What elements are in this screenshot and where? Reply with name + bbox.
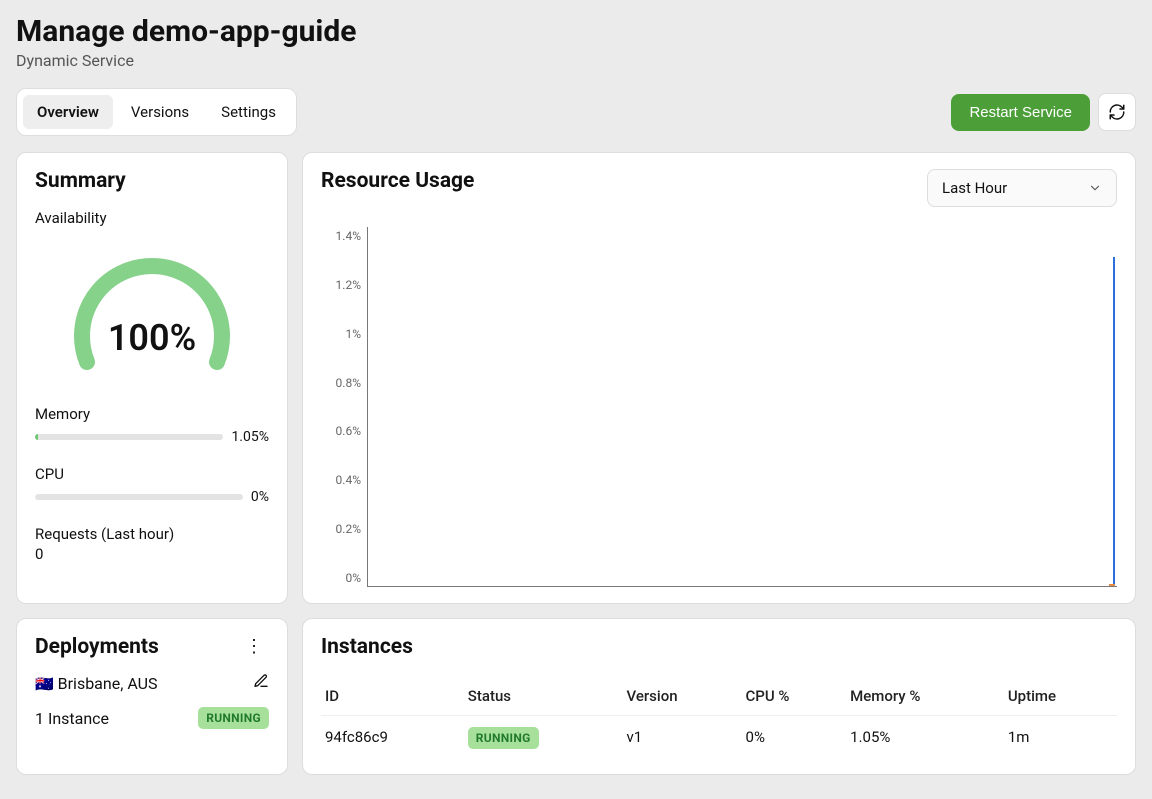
memory-bar (35, 434, 223, 440)
restart-service-button[interactable]: Restart Service (951, 94, 1090, 131)
cell: 94fc86c9 (321, 716, 464, 759)
availability-gauge: 100% (62, 237, 242, 377)
time-range-select[interactable]: Last Hour (927, 169, 1117, 207)
table-row[interactable]: 94fc86c9RUNNING v10%1.05%1m (321, 716, 1117, 759)
cell: 1m (1004, 716, 1117, 759)
deployments-card: Deployments ⋮ 🇦🇺 Brisbane, AUS 1 Instanc… (16, 618, 288, 775)
cell: 0% (742, 716, 847, 759)
chevron-down-icon (1088, 181, 1102, 195)
summary-title: Summary (35, 169, 269, 193)
deployments-title: Deployments (35, 635, 159, 659)
au-flag-icon: 🇦🇺 (35, 675, 54, 693)
memory-label: Memory (35, 405, 269, 423)
column-header: Version (622, 677, 741, 716)
summary-card: Summary Availability 100% Memory 1.05% C… (16, 152, 288, 604)
memory-value: 1.05% (231, 429, 269, 445)
column-header: ID (321, 677, 464, 716)
y-tick: 0.8% (321, 376, 361, 390)
resource-usage-card: Resource Usage Last Hour 1.4% 1.2% 1% 0.8% 0… (302, 152, 1136, 604)
tabs-container: Overview Versions Settings (16, 88, 297, 136)
y-tick: 1.4% (321, 229, 361, 243)
refresh-button[interactable] (1098, 93, 1136, 131)
requests-label: Requests (Last hour) (35, 525, 269, 543)
y-tick: 0% (321, 571, 361, 585)
tab-versions[interactable]: Versions (117, 95, 203, 129)
cpu-label: CPU (35, 465, 269, 483)
usage-chart: 1.4% 1.2% 1% 0.8% 0.6% 0.4% 0.2% 0% (321, 227, 1117, 587)
pencil-icon (253, 673, 269, 689)
requests-value: 0 (35, 545, 269, 563)
y-tick: 0.6% (321, 424, 361, 438)
column-header: Status (464, 677, 623, 716)
column-header: Memory % (846, 677, 1004, 716)
resource-usage-title: Resource Usage (321, 169, 474, 193)
cell: RUNNING (464, 716, 623, 759)
tab-overview[interactable]: Overview (23, 95, 113, 129)
deployment-location: 🇦🇺 Brisbane, AUS (35, 674, 158, 693)
column-header: CPU % (742, 677, 847, 716)
cell: v1 (622, 716, 741, 759)
page-title: Manage demo-app-guide (16, 14, 1136, 49)
refresh-icon (1108, 103, 1126, 121)
y-tick: 1.2% (321, 278, 361, 292)
column-header: Uptime (1004, 677, 1117, 716)
edit-deployment-button[interactable] (253, 673, 269, 693)
y-tick: 0.2% (321, 522, 361, 536)
tab-settings[interactable]: Settings (207, 95, 290, 129)
time-range-label: Last Hour (942, 179, 1007, 197)
page-subtitle: Dynamic Service (16, 51, 1136, 70)
instances-table: IDStatusVersionCPU %Memory %Uptime 94fc8… (321, 677, 1117, 758)
deployment-instance-count: 1 Instance (35, 709, 109, 728)
cell: 1.05% (846, 716, 1004, 759)
instances-card: Instances IDStatusVersionCPU %Memory %Up… (302, 618, 1136, 775)
deployments-menu-button[interactable]: ⋮ (239, 638, 269, 656)
y-tick: 1% (321, 327, 361, 341)
y-tick: 0.4% (321, 473, 361, 487)
availability-label: Availability (35, 209, 269, 227)
instance-status-badge: RUNNING (468, 727, 539, 749)
availability-value: 100% (108, 317, 196, 359)
deployment-status-badge: RUNNING (198, 707, 269, 729)
cpu-value: 0% (251, 489, 269, 505)
cpu-bar (35, 494, 243, 500)
instances-title: Instances (321, 635, 1117, 659)
